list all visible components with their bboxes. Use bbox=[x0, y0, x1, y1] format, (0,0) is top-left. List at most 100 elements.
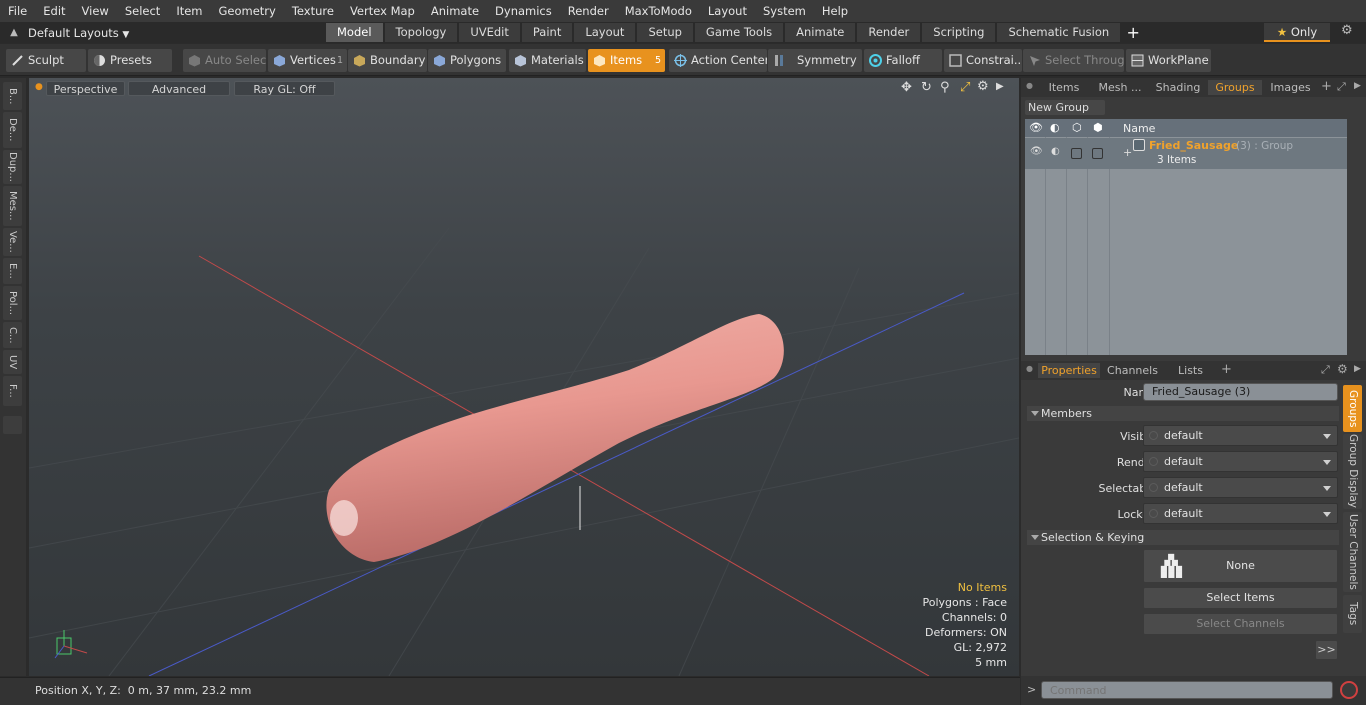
layout-gear-icon[interactable]: ⚙ bbox=[1341, 23, 1353, 38]
tab-animate[interactable]: Animate bbox=[785, 23, 856, 42]
tab-topology[interactable]: Topology bbox=[384, 23, 458, 42]
viewport-gear-icon[interactable]: ⚙ bbox=[977, 79, 989, 94]
tab-uvedit[interactable]: UVEdit bbox=[459, 23, 520, 42]
add-tab-icon[interactable]: + bbox=[1122, 23, 1144, 42]
name-input[interactable]: Fried_Sausage (3) bbox=[1143, 383, 1338, 401]
only-toggle[interactable]: ★ Only bbox=[1264, 23, 1330, 42]
tab-images[interactable]: Images bbox=[1264, 80, 1317, 95]
menu-system[interactable]: System bbox=[755, 0, 814, 22]
tab-schematic-fusion[interactable]: Schematic Fusion bbox=[997, 23, 1121, 42]
menu-maxtomodo[interactable]: MaxToModo bbox=[617, 0, 700, 22]
symmetry-button[interactable]: Symmetry bbox=[768, 49, 862, 72]
render-dropdown[interactable]: default bbox=[1143, 451, 1338, 472]
row-visibility-icon[interactable]: 👁 bbox=[1030, 146, 1043, 157]
tab-layout[interactable]: Layout bbox=[574, 23, 636, 42]
row-select-checkbox[interactable] bbox=[1092, 148, 1103, 159]
locked-dropdown[interactable]: default bbox=[1143, 503, 1338, 524]
menu-texture[interactable]: Texture bbox=[284, 0, 342, 22]
zoom-view-icon[interactable]: ⚲ bbox=[940, 80, 950, 95]
left-tab-fusion[interactable]: F... bbox=[3, 376, 22, 406]
menu-layout[interactable]: Layout bbox=[700, 0, 755, 22]
panel-more-icon[interactable]: ▶ bbox=[1354, 81, 1361, 91]
group-row-fried-sausage[interactable]: 👁 ◐ + Fried_Sausage (3) : Group 3 Items bbox=[1025, 138, 1347, 169]
perspective-button[interactable]: Perspective bbox=[46, 81, 125, 96]
select-items-button[interactable]: Select Items bbox=[1143, 587, 1338, 609]
tab-model[interactable]: Model bbox=[326, 23, 383, 42]
viewport-menu-icon[interactable]: ● bbox=[35, 82, 43, 92]
presets-button[interactable]: Presets bbox=[88, 49, 172, 72]
left-tab-uv[interactable]: UV bbox=[3, 350, 22, 374]
action-center-button[interactable]: Action Center bbox=[669, 49, 767, 72]
tab-items[interactable]: Items bbox=[1038, 80, 1090, 95]
menu-view[interactable]: View bbox=[74, 0, 117, 22]
menu-geometry[interactable]: Geometry bbox=[211, 0, 284, 22]
left-tab-duplicate[interactable]: Dup... bbox=[3, 150, 22, 184]
vertices-button[interactable]: Vertices 1 bbox=[268, 49, 347, 72]
properties-gear-icon[interactable]: ⚙ bbox=[1337, 362, 1348, 376]
left-tab-polygon[interactable]: Pol... bbox=[3, 286, 22, 320]
tab-scripting[interactable]: Scripting bbox=[922, 23, 996, 42]
tab-setup[interactable]: Setup bbox=[637, 23, 693, 42]
layout-expand-icon[interactable]: ▲ bbox=[0, 27, 28, 38]
left-tab-deform[interactable]: De... bbox=[3, 112, 22, 148]
items-button[interactable]: Items 5 bbox=[588, 49, 665, 72]
menu-vertex-map[interactable]: Vertex Map bbox=[342, 0, 423, 22]
left-tab-vertex[interactable]: Ve... bbox=[3, 228, 22, 256]
left-tab-edge[interactable]: E... bbox=[3, 258, 22, 284]
none-button[interactable]: ■ ■■ ■■■ ■■■ None bbox=[1143, 549, 1338, 583]
constraints-button[interactable]: Constrai... bbox=[944, 49, 1022, 72]
menu-animate[interactable]: Animate bbox=[423, 0, 487, 22]
lock-column-icon[interactable]: ⬡ bbox=[1072, 121, 1082, 134]
left-tab-basic[interactable]: B... bbox=[3, 82, 22, 110]
side-tab-groups[interactable]: Groups bbox=[1343, 385, 1362, 432]
raygl-button[interactable]: Ray GL: Off bbox=[234, 81, 335, 96]
properties-menu-icon[interactable]: ● bbox=[1026, 364, 1033, 373]
advanced-button[interactable]: Advanced bbox=[128, 81, 230, 96]
tab-lists[interactable]: Lists bbox=[1164, 363, 1217, 378]
select-column-icon[interactable]: ⬢ bbox=[1093, 121, 1103, 134]
name-column-header[interactable]: Name bbox=[1123, 122, 1155, 135]
tab-channels[interactable]: Channels bbox=[1104, 363, 1161, 378]
tab-game-tools[interactable]: Game Tools bbox=[694, 23, 784, 42]
select-channels-button[interactable]: Select Channels bbox=[1143, 613, 1338, 635]
properties-expand-icon[interactable]: ⤢ bbox=[1321, 363, 1330, 377]
command-input[interactable] bbox=[1041, 681, 1333, 699]
panel-expand-icon[interactable]: ⤢ bbox=[1337, 80, 1346, 94]
polygons-button[interactable]: Polygons bbox=[428, 49, 506, 72]
left-tab-mesh[interactable]: Mes... bbox=[3, 186, 22, 226]
move-view-icon[interactable]: ✥ bbox=[901, 80, 912, 95]
properties-more-icon[interactable]: ▶ bbox=[1354, 364, 1361, 374]
3d-viewport[interactable]: ● Perspective Advanced Ray GL: Off ✥ ↻ ⚲… bbox=[29, 78, 1019, 676]
materials-button[interactable]: Materials bbox=[509, 49, 586, 72]
expand-plus-icon[interactable]: + bbox=[1123, 146, 1132, 159]
falloff-button[interactable]: Falloff bbox=[864, 49, 942, 72]
visible-dropdown[interactable]: default bbox=[1143, 425, 1338, 446]
viewport-more-icon[interactable]: ▶ bbox=[996, 81, 1004, 92]
add-properties-tab-icon[interactable]: + bbox=[1221, 362, 1232, 377]
tab-paint[interactable]: Paint bbox=[521, 23, 573, 42]
record-icon[interactable] bbox=[1340, 681, 1358, 699]
boundary-button[interactable]: Boundary bbox=[348, 49, 427, 72]
menu-item[interactable]: Item bbox=[168, 0, 210, 22]
left-tab-extra[interactable] bbox=[3, 416, 22, 434]
panel-menu-icon[interactable]: ● bbox=[1026, 81, 1033, 90]
menu-help[interactable]: Help bbox=[814, 0, 856, 22]
menu-file[interactable]: File bbox=[0, 0, 35, 22]
tab-shading[interactable]: Shading bbox=[1150, 80, 1206, 95]
members-section[interactable]: Members bbox=[1027, 406, 1339, 421]
tab-groups[interactable]: Groups bbox=[1208, 80, 1262, 95]
menu-select[interactable]: Select bbox=[117, 0, 168, 22]
selectable-dropdown[interactable]: default bbox=[1143, 477, 1338, 498]
add-panel-tab-icon[interactable]: + bbox=[1321, 79, 1332, 94]
row-lock-checkbox[interactable] bbox=[1071, 148, 1082, 159]
side-tab-tags[interactable]: Tags bbox=[1343, 595, 1362, 633]
tab-properties[interactable]: Properties bbox=[1038, 363, 1100, 378]
side-tab-group-display[interactable]: Group Display bbox=[1343, 434, 1362, 509]
menu-render[interactable]: Render bbox=[560, 0, 617, 22]
groups-scrollbar[interactable] bbox=[1349, 119, 1361, 355]
new-group-button[interactable]: New Group bbox=[1025, 100, 1105, 115]
menu-edit[interactable]: Edit bbox=[35, 0, 73, 22]
select-through-button[interactable]: Select Through bbox=[1023, 49, 1124, 72]
side-tab-user-channels[interactable]: User Channels bbox=[1343, 512, 1362, 592]
visibility-column-icon[interactable]: 👁 bbox=[1029, 121, 1043, 134]
